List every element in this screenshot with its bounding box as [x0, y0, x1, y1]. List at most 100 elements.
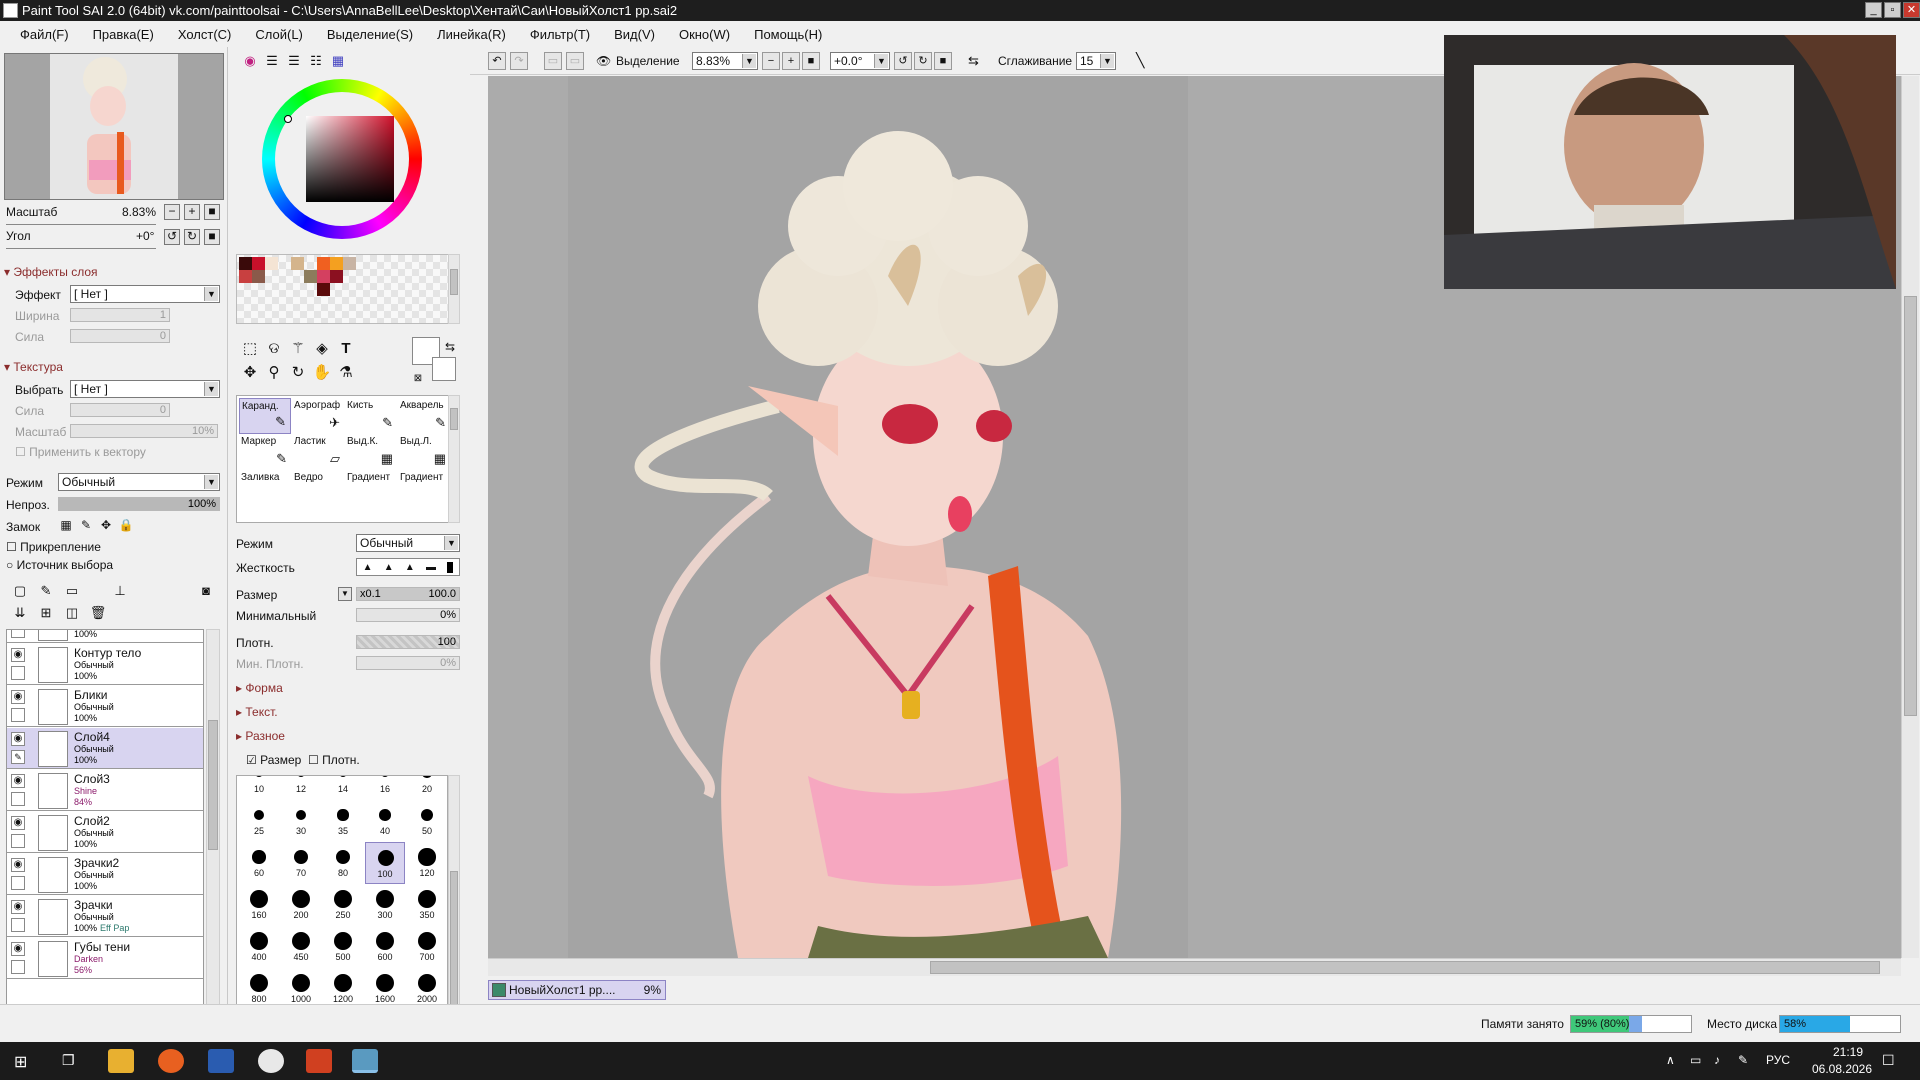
- volume-icon[interactable]: ♪: [1714, 1053, 1720, 1067]
- copy-layer-icon[interactable]: ⊞: [36, 603, 56, 623]
- brush-size-option[interactable]: 80: [323, 842, 363, 884]
- lock-transparency-icon[interactable]: ▦: [58, 519, 74, 535]
- redo-icon[interactable]: ↷: [510, 52, 528, 70]
- brush-size-option[interactable]: 700: [407, 926, 447, 968]
- file-explorer-icon[interactable]: [108, 1049, 134, 1073]
- brush-size-option[interactable]: 50: [407, 800, 447, 842]
- swap-colors-icon[interactable]: ⇆: [440, 337, 460, 357]
- blend-mode-select[interactable]: Обычный ▼: [58, 473, 220, 491]
- brush-tool[interactable]: Кисть ✎: [345, 398, 397, 434]
- brush-size-option[interactable]: 120: [407, 842, 447, 884]
- brush-size-option[interactable]: 160: [239, 884, 279, 926]
- size-dropdown-icon[interactable]: ▼: [338, 587, 352, 601]
- layer-row[interactable]: ◉ Контур тело Обычный 100%: [7, 644, 203, 685]
- toolbar-rotate-right-icon[interactable]: ↻: [914, 52, 932, 70]
- effect-select[interactable]: [ Нет ] ▼: [70, 285, 220, 303]
- layer-row[interactable]: ◉ Блики Обычный 100%: [7, 686, 203, 727]
- brush-tool[interactable]: Градиент: [345, 470, 397, 506]
- move-tool-icon[interactable]: ✥: [240, 363, 260, 383]
- brush-size-option[interactable]: 200: [281, 884, 321, 926]
- toolbar-rotate-reset-icon[interactable]: ■: [934, 52, 952, 70]
- brush-size-option[interactable]: 450: [281, 926, 321, 968]
- zoom-reset-button[interactable]: ■: [204, 204, 220, 220]
- windows-start-icon[interactable]: ⊞: [14, 1052, 27, 1072]
- layer-list[interactable]: 100% ◉ Контур тело Обычный 100% ◉ Блики Обычный…: [6, 629, 204, 1027]
- clip-checkbox[interactable]: ☐ Прикрепление: [6, 540, 101, 554]
- layer-select-checkbox[interactable]: [11, 792, 25, 806]
- zoom-tool-icon[interactable]: ⚲: [264, 363, 284, 383]
- layer-row[interactable]: ◉ ✎ Слой4 Обычный 100%: [7, 728, 203, 769]
- network-icon[interactable]: ▭: [1690, 1053, 1701, 1067]
- smoothing-select[interactable]: 15 ▼: [1076, 52, 1116, 70]
- menu-view[interactable]: Вид(V): [602, 27, 667, 42]
- secondary-color-box[interactable]: [432, 357, 456, 381]
- brush-size-option[interactable]: 400: [239, 926, 279, 968]
- density-pressure-checkbox[interactable]: ☐ Плотн.: [308, 753, 360, 767]
- lock-move-icon[interactable]: ✥: [98, 519, 114, 535]
- document-tab[interactable]: НовыйХолст1 pp.... 9%: [488, 980, 666, 1000]
- eye-icon[interactable]: ◉: [11, 816, 25, 830]
- canvas-vscroll-thumb[interactable]: [1904, 296, 1917, 716]
- language-indicator[interactable]: РУС: [1766, 1053, 1790, 1067]
- width-slider[interactable]: 1: [70, 308, 170, 322]
- zoom-in-button[interactable]: +: [184, 204, 200, 220]
- color-swatch[interactable]: [330, 257, 343, 270]
- min-size-slider[interactable]: 0%: [356, 608, 460, 622]
- brush-tool[interactable]: Выд.К. ▦: [345, 434, 397, 470]
- deselect-icon[interactable]: ▭: [544, 52, 562, 70]
- clock-date[interactable]: 06.08.2026: [1806, 1062, 1878, 1076]
- hardness-selector[interactable]: ▲ ▲ ▲ ▬ ■: [356, 558, 460, 576]
- toolbar-zoom-reset-icon[interactable]: ■: [802, 52, 820, 70]
- brush-tool-grid[interactable]: Каранд. ✎ Аэрограф ✈ Кисть ✎ Акварель ✎ Маркер ✎ Л…: [236, 395, 456, 523]
- layer-mask-icon[interactable]: ◙: [196, 581, 216, 601]
- brush-tool[interactable]: Акварель ✎: [398, 398, 450, 434]
- swatch-scroll-thumb[interactable]: [450, 269, 458, 295]
- zoom-out-button[interactable]: −: [164, 204, 180, 220]
- min-density-slider[interactable]: 0%: [356, 656, 460, 670]
- menu-canvas[interactable]: Холст(C): [166, 27, 244, 42]
- magic-wand-icon[interactable]: ⚚: [288, 339, 308, 359]
- layer-row[interactable]: ◉ Слой3 Shine 84%: [7, 770, 203, 811]
- sai-taskbar-icon[interactable]: [352, 1049, 378, 1073]
- brush-size-option[interactable]: 16: [365, 776, 405, 800]
- brush-size-option[interactable]: 30: [281, 800, 321, 842]
- brush-size-option[interactable]: 20: [407, 776, 447, 800]
- shape-tool-icon[interactable]: ◈: [312, 339, 332, 359]
- rotate-tool-icon[interactable]: ↻: [288, 363, 308, 383]
- brush-grid-scroll-thumb[interactable]: [450, 408, 458, 430]
- brush-size-option[interactable]: 600: [365, 926, 405, 968]
- eyedropper-icon[interactable]: ⚗: [336, 363, 356, 383]
- eye-icon[interactable]: ◉: [11, 774, 25, 788]
- layer-transform-icon[interactable]: ⊥: [110, 581, 130, 601]
- layer-row[interactable]: ◉ Губы тени Darken 56%: [7, 938, 203, 979]
- hardness-1-icon[interactable]: ▲: [363, 562, 373, 573]
- opacity-slider[interactable]: 100%: [58, 497, 220, 511]
- pen-icon[interactable]: ✎: [1738, 1053, 1748, 1067]
- brush-size-option[interactable]: 40: [365, 800, 405, 842]
- brush-size-option[interactable]: 10: [239, 776, 279, 800]
- layer-select-checkbox[interactable]: [11, 708, 25, 722]
- color-swatch[interactable]: [304, 270, 317, 283]
- canvas-hscroll-thumb[interactable]: [930, 961, 1880, 974]
- color-swatch[interactable]: [239, 257, 252, 270]
- hand-tool-icon[interactable]: ✋: [312, 363, 332, 383]
- selection-visibility-icon[interactable]: 👁: [596, 54, 611, 68]
- strength-slider[interactable]: 0: [70, 329, 170, 343]
- color-swatch[interactable]: [252, 257, 265, 270]
- brush-grid-scrollbar[interactable]: [448, 395, 460, 523]
- brush-size-option[interactable]: 100: [365, 842, 405, 884]
- undo-icon[interactable]: ↶: [488, 52, 506, 70]
- brush-size-option[interactable]: 300: [365, 884, 405, 926]
- eye-icon[interactable]: ◉: [11, 858, 25, 872]
- menu-selection[interactable]: Выделение(S): [315, 27, 425, 42]
- flip-horizontal-icon[interactable]: ⇆: [968, 53, 979, 69]
- task-view-icon[interactable]: ❐: [62, 1052, 75, 1069]
- color-swatch[interactable]: [317, 270, 330, 283]
- layer-select-checkbox[interactable]: [11, 666, 25, 680]
- canvas-vscrollbar[interactable]: [1901, 76, 1919, 958]
- swatch-scrollbar[interactable]: [448, 254, 460, 324]
- hue-picker-handle[interactable]: [284, 115, 292, 123]
- color-swatch[interactable]: [239, 270, 252, 283]
- toolbar-rotate-left-icon[interactable]: ↺: [894, 52, 912, 70]
- toolbar-zoom-in-icon[interactable]: +: [782, 52, 800, 70]
